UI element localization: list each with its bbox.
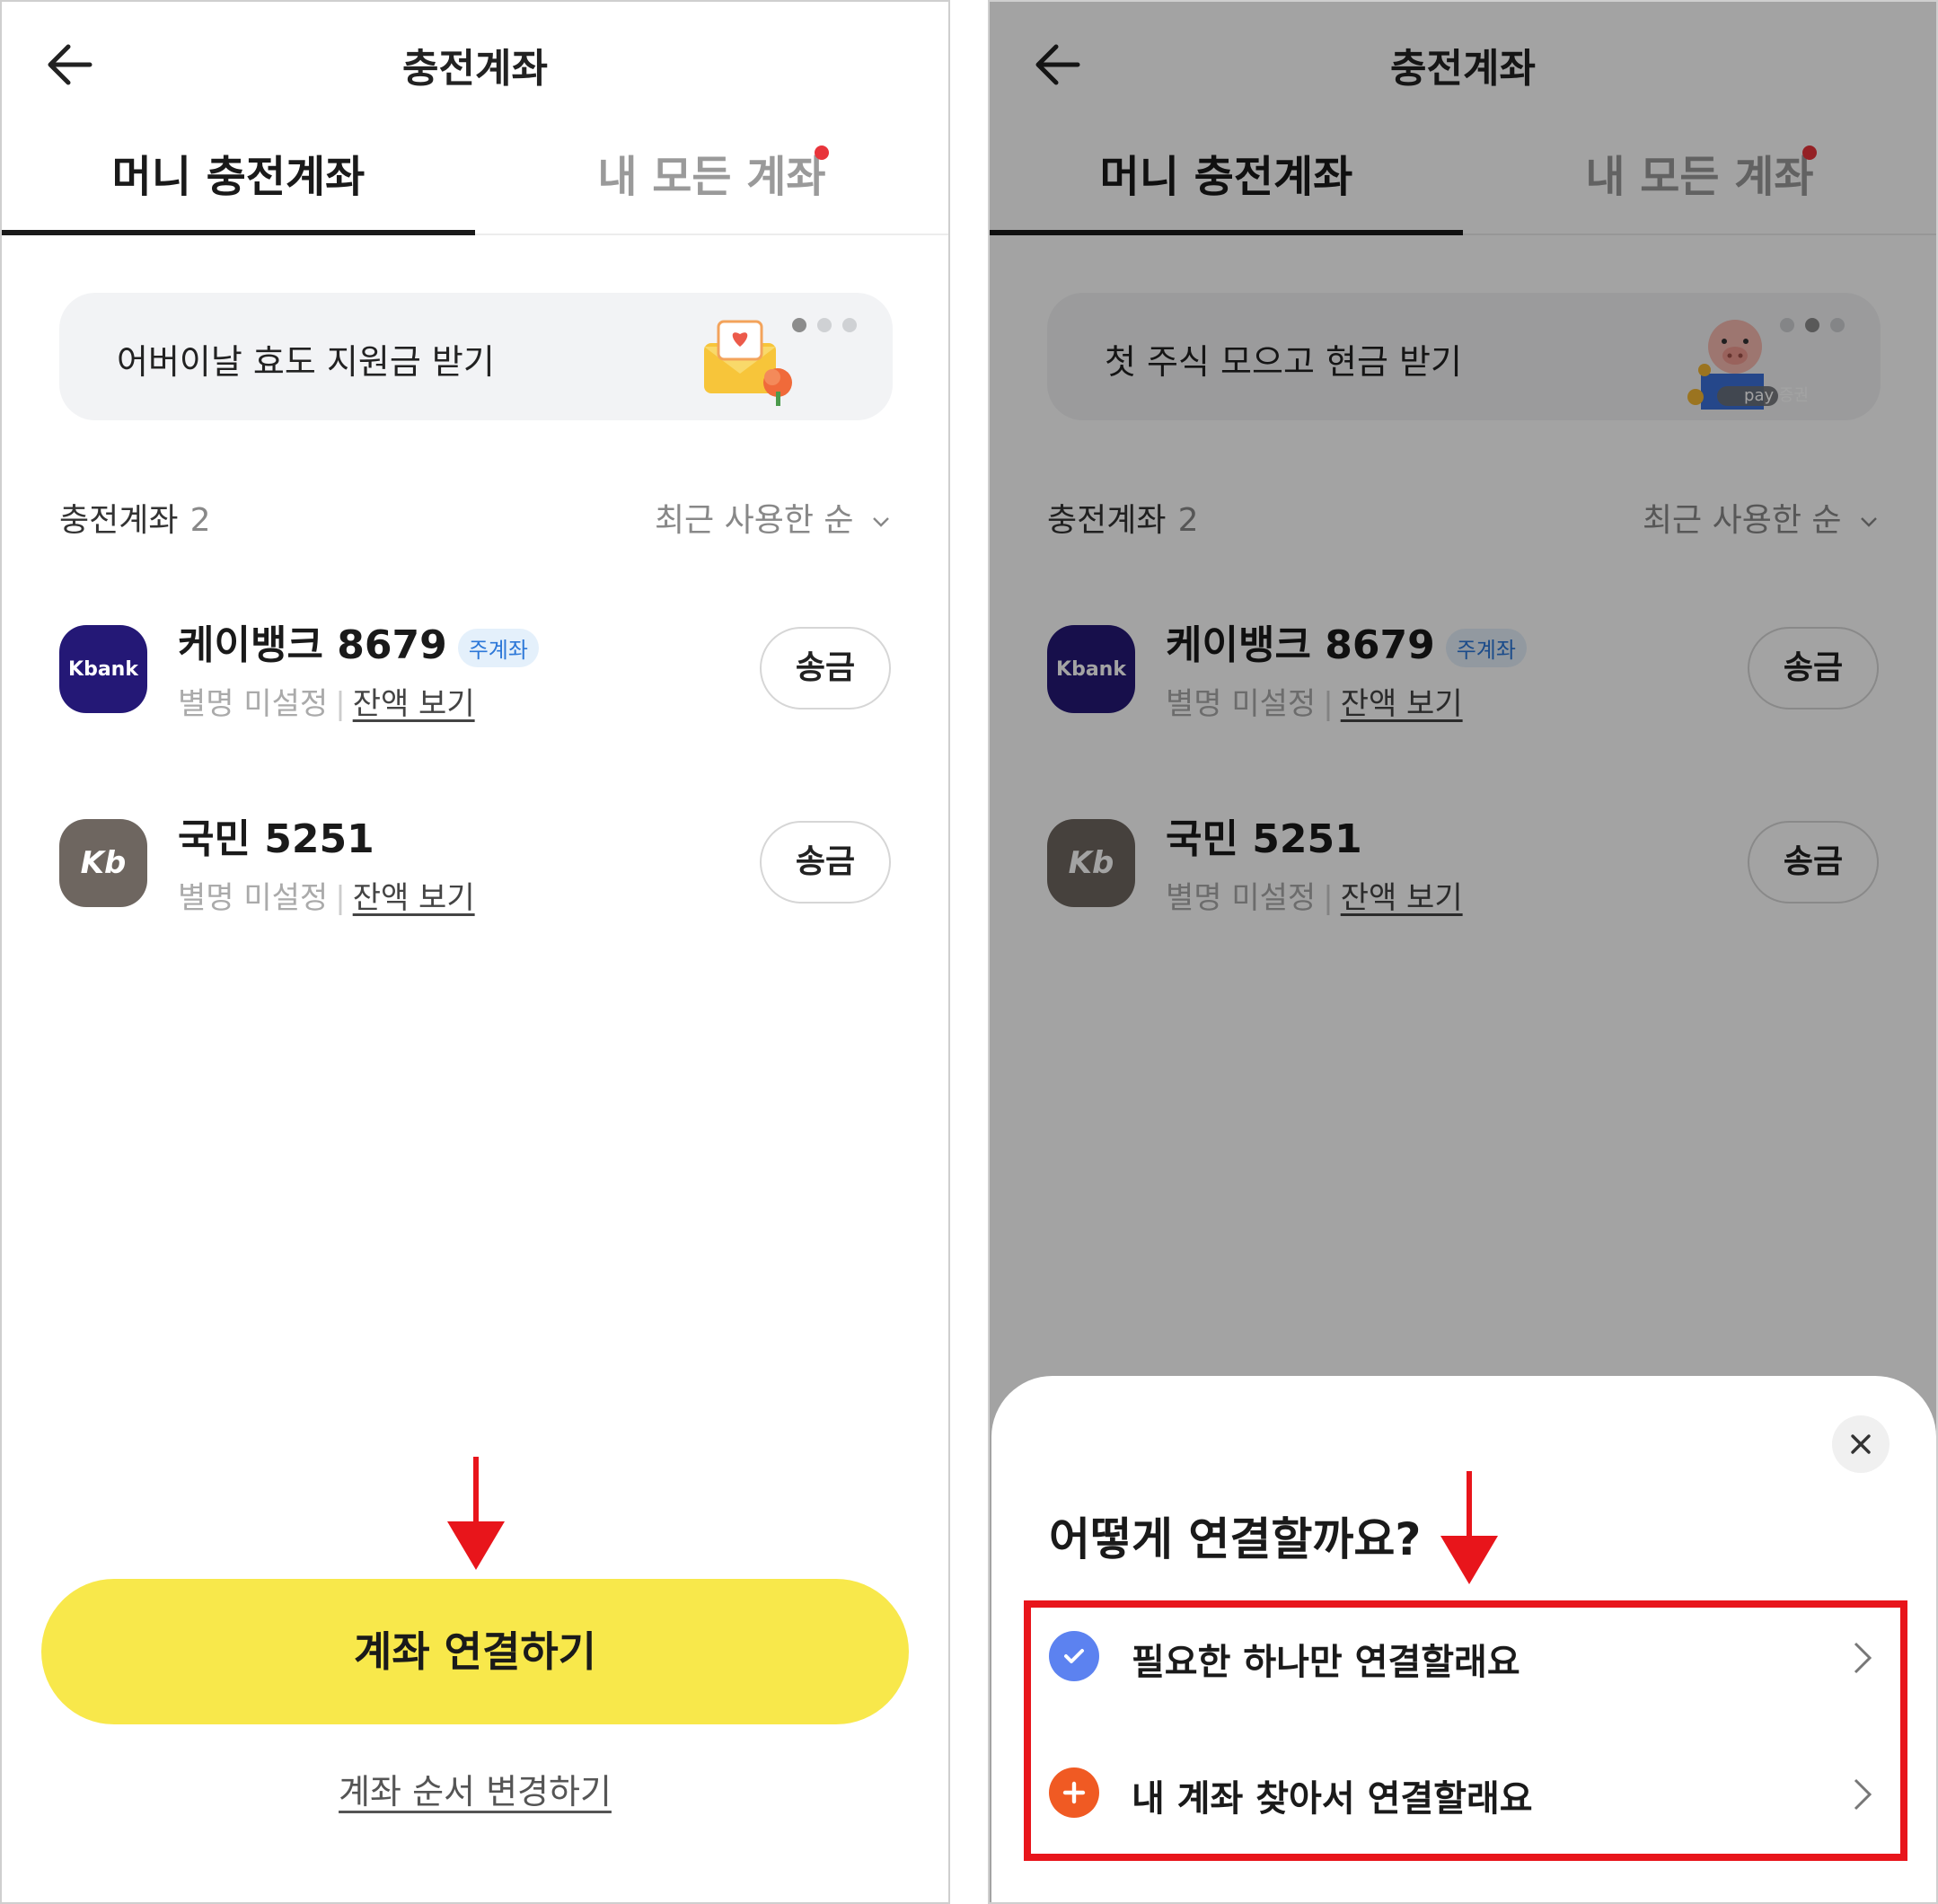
account-row[interactable]: Kbank 케이뱅크 8679 주계좌 별명 미설정 | 잔액 보기 송금 xyxy=(59,605,891,731)
account-name: 케이뱅크 8679 xyxy=(178,622,447,668)
balance-link[interactable]: 잔액 보기 xyxy=(353,880,475,916)
tab-bar: 머니 충전계좌 내 모든 계좌 xyxy=(2,128,948,235)
sheet-title: 어떻게 연결할까요? xyxy=(1049,1513,1422,1565)
account-name-wrap: 케이뱅크 8679 주계좌 xyxy=(178,613,539,670)
bottom-sheet: 어떻게 연결할까요? 필요한 하나만 연결할래요 내 계좌 찾아서 연결할래요 xyxy=(991,1376,1936,1902)
close-button[interactable] xyxy=(1832,1415,1890,1473)
section-title: 충전계좌 xyxy=(59,502,179,539)
highlight-annotation-box xyxy=(1024,1600,1907,1861)
tab-money-account[interactable]: 머니 충전계좌 xyxy=(2,128,475,235)
banner-text: 어버이날 효도 지원금 받기 xyxy=(117,342,495,382)
account-meta: 별명 미설정 | 잔액 보기 xyxy=(178,679,475,723)
reorder-accounts-link[interactable]: 계좌 순서 변경하기 xyxy=(2,1764,948,1813)
section-header: 충전계좌 2 최근 사용한 순 xyxy=(59,494,891,539)
section-count: 2 xyxy=(189,502,211,539)
close-icon xyxy=(1851,1434,1871,1454)
chevron-down-icon xyxy=(873,517,889,527)
header: 충전계좌 xyxy=(2,2,948,128)
red-arrow-annotation xyxy=(447,1457,505,1570)
balance-link[interactable]: 잔액 보기 xyxy=(353,686,475,722)
separator: | xyxy=(335,686,346,722)
account-name: 국민 5251 xyxy=(178,816,374,862)
left-screen: 충전계좌 머니 충전계좌 내 모든 계좌 어버이날 효도 지원금 받기 충전계좌… xyxy=(0,0,950,1904)
separator: | xyxy=(335,880,346,916)
sort-label: 최근 사용한 순 xyxy=(654,502,854,539)
alias-text: 별명 미설정 xyxy=(178,880,329,916)
right-screen: 충전계좌 머니 충전계좌 내 모든 계좌 첫 주식 모으고 현금 받기 pay … xyxy=(988,0,1938,1904)
alias-text: 별명 미설정 xyxy=(178,686,329,722)
account-meta: 별명 미설정 | 잔액 보기 xyxy=(178,873,475,917)
red-arrow-annotation xyxy=(1440,1471,1498,1584)
promo-banner[interactable]: 어버이날 효도 지원금 받기 xyxy=(59,293,893,420)
reorder-label: 계좌 순서 변경하기 xyxy=(339,1772,612,1811)
sort-dropdown[interactable]: 최근 사용한 순 xyxy=(655,494,891,541)
primary-account-badge: 주계좌 xyxy=(457,628,539,667)
tab-active-indicator xyxy=(2,230,475,235)
kbank-logo: Kbank xyxy=(59,625,147,713)
send-button[interactable]: 송금 xyxy=(760,627,891,710)
account-row[interactable]: Kb 국민 5251 별명 미설정 | 잔액 보기 송금 xyxy=(59,799,891,925)
kb-logo: Kb xyxy=(59,819,147,907)
tab-all-accounts[interactable]: 내 모든 계좌 xyxy=(475,128,948,235)
send-button[interactable]: 송금 xyxy=(760,821,891,904)
banner-pagination xyxy=(781,318,857,336)
connect-account-button[interactable]: 계좌 연결하기 xyxy=(41,1579,909,1724)
page-title: 충전계좌 xyxy=(402,46,548,92)
new-dot-badge xyxy=(815,145,829,160)
